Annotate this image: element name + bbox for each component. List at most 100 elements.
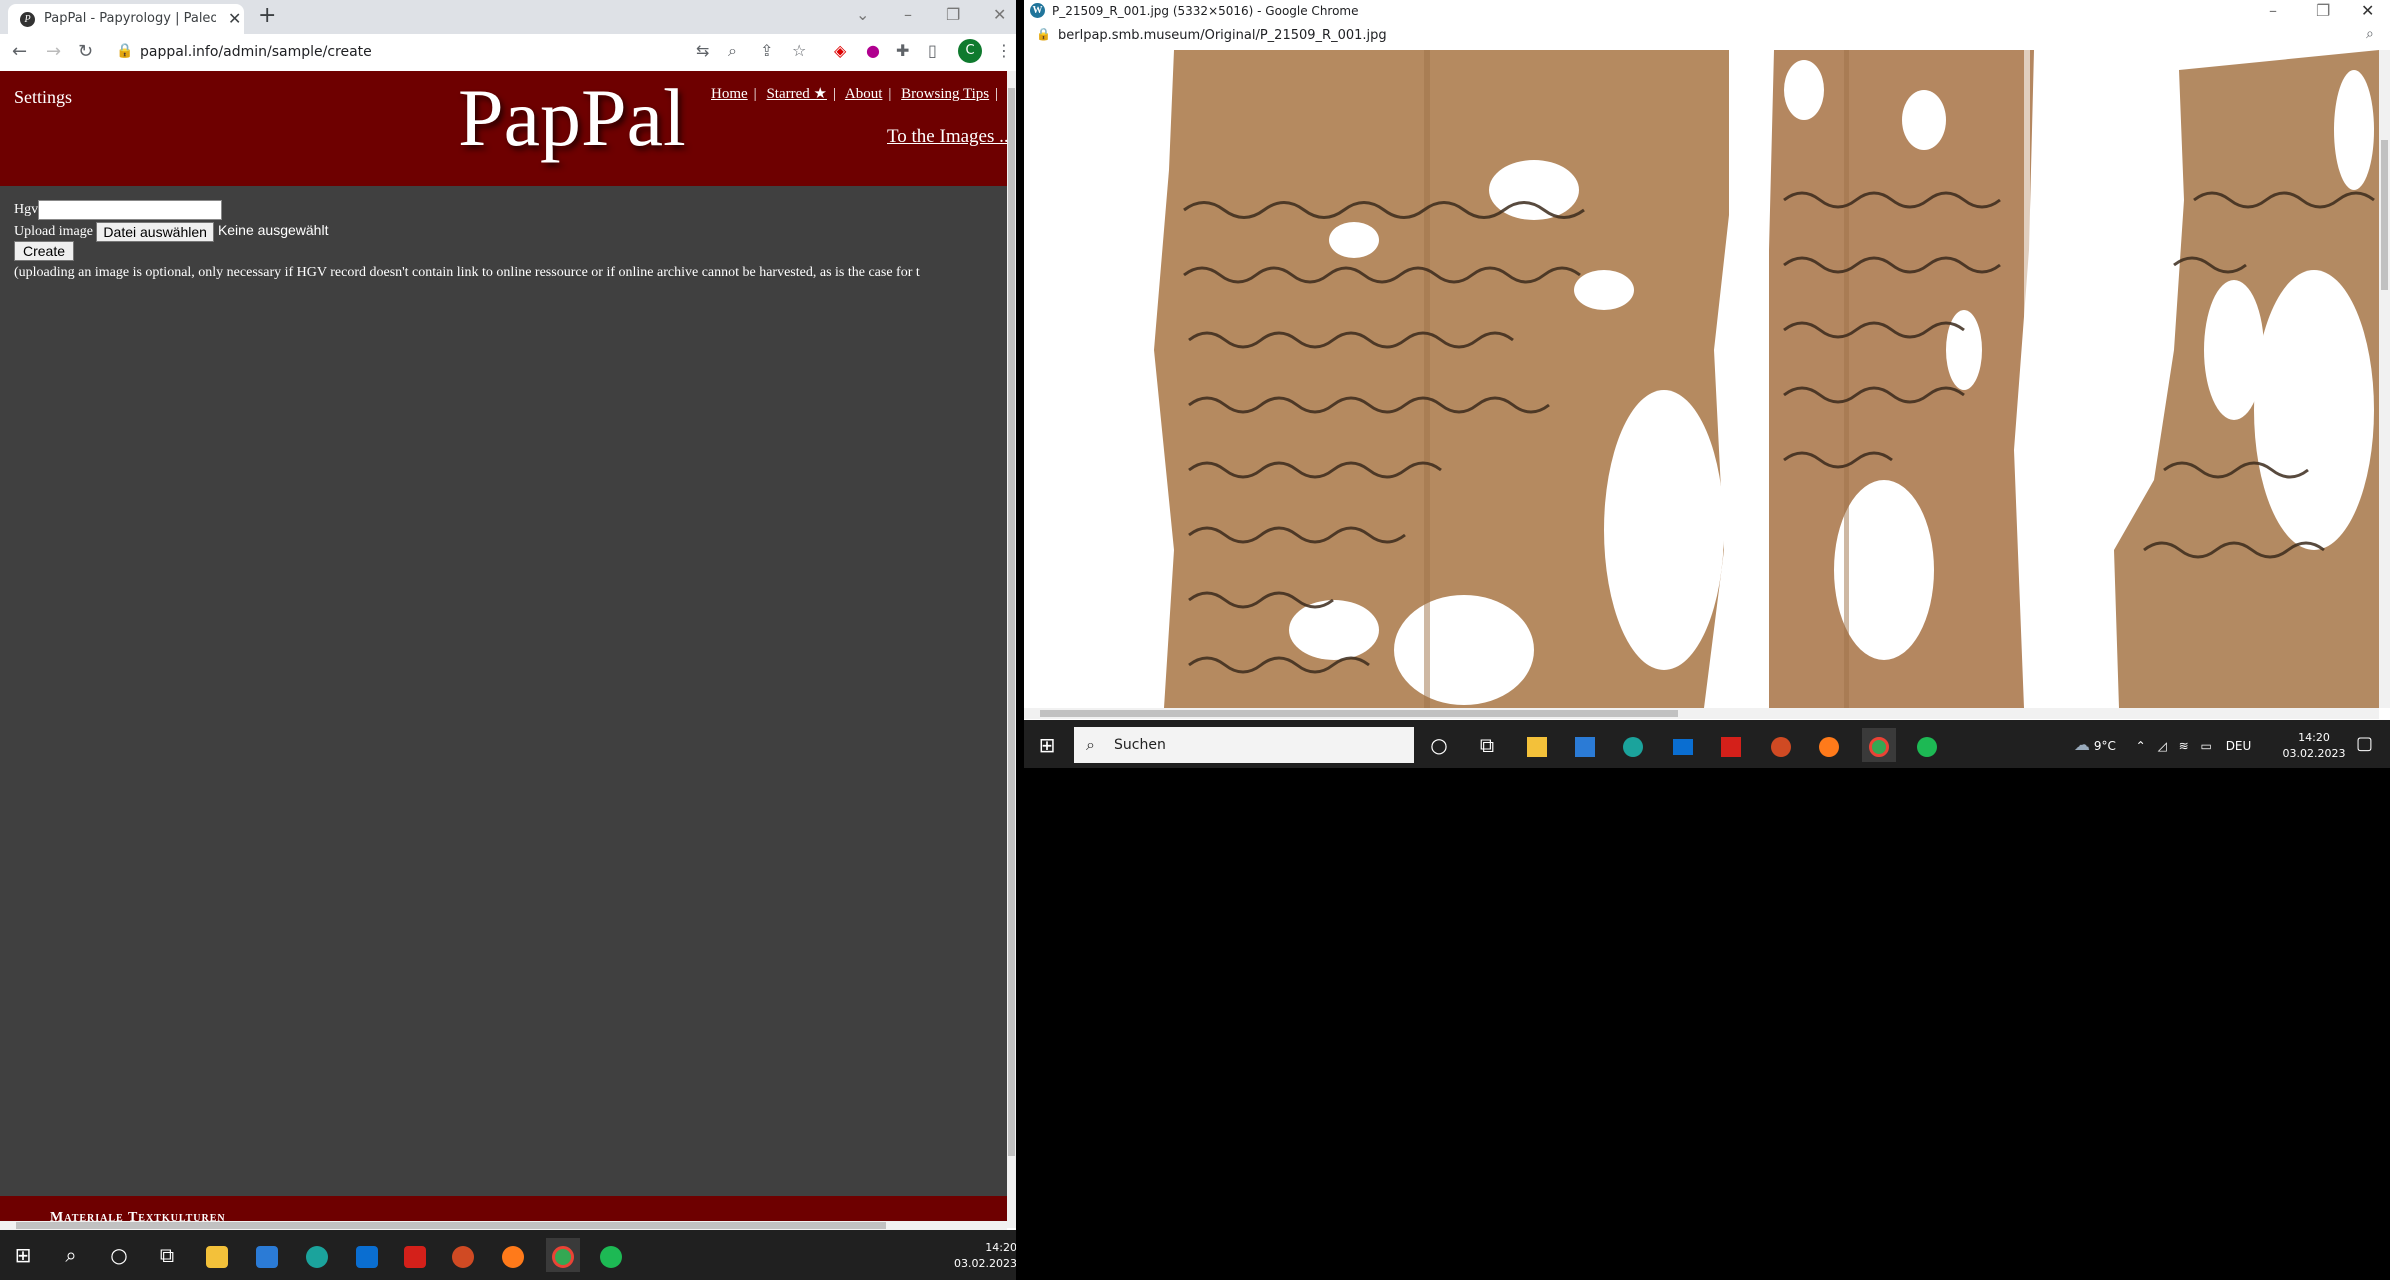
spotify-icon[interactable] (1910, 728, 1944, 762)
profile-avatar[interactable]: C (958, 39, 982, 63)
image-viewer[interactable] (1024, 50, 2379, 708)
firefox-icon[interactable] (496, 1238, 530, 1272)
menu-dots-icon[interactable]: ⋮ (996, 41, 1012, 60)
wifi-icon[interactable]: ≋ (2179, 739, 2189, 753)
create-button[interactable]: Create (14, 241, 75, 261)
chevron-up-icon[interactable]: ⌃ (2136, 739, 2146, 753)
edge-icon[interactable] (1616, 728, 1650, 762)
clock-date: 03.02.2023 (2282, 747, 2346, 760)
bookmark-star-icon[interactable]: ☆ (792, 41, 806, 60)
acrobat-icon[interactable] (398, 1238, 432, 1272)
search-placeholder: Suchen (1114, 737, 1166, 753)
language-indicator[interactable]: DEU (2226, 739, 2252, 753)
forward-arrow-icon[interactable]: → (46, 41, 61, 62)
tab-title: PapPal - Papyrology | Paleograph (44, 11, 216, 26)
store-icon[interactable] (1568, 728, 1602, 762)
address-bar[interactable]: 🔒 pappal.info/admin/sample/create (112, 38, 712, 66)
upload-note: (uploading an image is optional, only ne… (14, 265, 920, 280)
right-browser-window: W P_21509_R_001.jpg (5332×5016) - Google… (1024, 0, 2390, 768)
store-icon[interactable] (250, 1238, 284, 1272)
nav-browsing-tips[interactable]: Browsing Tips (901, 86, 989, 102)
nav-home[interactable]: Home (711, 86, 748, 102)
zoom-icon[interactable]: ⌕ (2366, 26, 2374, 42)
extension-circle-icon[interactable]: ● (866, 41, 880, 60)
top-navigation: Home| Starred ★| About| Browsing Tips| G (711, 86, 999, 102)
mail-icon[interactable] (1666, 728, 1700, 762)
no-file-selected-text: Keine ausgewählt (217, 222, 329, 238)
cloud-icon[interactable]: ☁ (2074, 735, 2090, 754)
window-title: P_21509_R_001.jpg (5332×5016) - Google C… (1052, 4, 1359, 18)
create-sample-form: Hgv Upload image Datei auswählen Keine au… (14, 199, 1007, 283)
nav-about[interactable]: About (845, 86, 883, 102)
vertical-scroll-thumb[interactable] (2381, 140, 2388, 290)
nav-starred[interactable]: Starred ★ (766, 86, 827, 102)
minimize-icon[interactable]: – (2269, 1, 2277, 20)
url-text: pappal.info/admin/sample/create (140, 44, 372, 60)
upload-image-label: Upload image (14, 224, 93, 239)
powerpoint-icon[interactable] (446, 1238, 480, 1272)
taskbar-clock[interactable]: 14:20 03.02.2023 (2274, 730, 2354, 762)
tab-strip: P PapPal - Papyrology | Paleograph ✕ + ⌄… (0, 0, 1016, 34)
chrome-icon[interactable] (1862, 728, 1896, 762)
clock-date: 03.02.2023 (954, 1257, 1016, 1270)
browser-tab[interactable]: P PapPal - Papyrology | Paleograph ✕ (8, 4, 244, 34)
restore-icon[interactable]: ❐ (2316, 1, 2330, 20)
share-icon[interactable]: ⇪ (760, 41, 773, 60)
reload-icon[interactable]: ↻ (78, 41, 93, 62)
new-tab-button[interactable]: + (258, 3, 276, 28)
site-logo[interactable]: PapPal (458, 71, 686, 165)
battery-icon[interactable]: ▭ (2201, 739, 2212, 753)
close-tab-icon[interactable]: ✕ (228, 9, 241, 28)
site-favicon-icon: P (20, 12, 35, 27)
task-view-icon[interactable]: ⧉ (1470, 728, 1504, 762)
restore-icon[interactable]: ❐ (946, 5, 960, 24)
edge-icon[interactable] (300, 1238, 334, 1272)
mail-icon[interactable] (350, 1238, 384, 1272)
windows-start-icon[interactable]: ⊞ (6, 1238, 40, 1272)
lock-icon: 🔒 (116, 43, 134, 59)
back-arrow-icon[interactable]: ← (12, 41, 27, 62)
horizontal-scroll-thumb[interactable] (1040, 710, 1678, 717)
zoom-icon[interactable]: ⌕ (728, 41, 737, 61)
cortana-icon[interactable]: ○ (102, 1238, 136, 1272)
close-window-icon[interactable]: ✕ (993, 5, 1006, 24)
firefox-icon[interactable] (1812, 728, 1846, 762)
address-bar[interactable]: 🔒 berlpap.smb.museum/Original/P_21509_R_… (1024, 22, 2390, 50)
tab-search-icon[interactable]: ⌄ (856, 5, 869, 24)
close-window-icon[interactable]: ✕ (2361, 1, 2374, 20)
minimize-icon[interactable]: – (904, 5, 912, 24)
settings-link[interactable]: Settings (14, 87, 72, 108)
to-images-link[interactable]: To the Images ... (887, 126, 1007, 148)
chrome-icon[interactable] (546, 1238, 580, 1272)
task-view-icon[interactable]: ⧉ (150, 1238, 184, 1272)
sidepanel-icon[interactable]: ▯ (928, 41, 937, 60)
taskbar-search-box[interactable]: ⌕ Suchen (1074, 727, 1414, 763)
hgv-label: Hgv (14, 202, 39, 217)
windows-start-icon[interactable]: ⊞ (1030, 728, 1064, 762)
extensions-puzzle-icon[interactable]: ✚ (896, 41, 909, 60)
network-icon[interactable]: ◿ (2158, 739, 2167, 753)
taskbar-clock[interactable]: 14:20 03.02.2023 (935, 1240, 1016, 1272)
url-text: berlpap.smb.museum/Original/P_21509_R_00… (1058, 28, 1387, 43)
left-browser-window: P PapPal - Papyrology | Paleograph ✕ + ⌄… (0, 0, 1016, 1280)
cortana-icon[interactable]: ○ (1422, 728, 1456, 762)
translate-icon[interactable]: ⇆ (696, 41, 709, 60)
notification-icon[interactable]: ▢ (2356, 733, 2373, 754)
choose-file-button[interactable]: Datei auswählen (96, 221, 214, 242)
vertical-scroll-thumb[interactable] (1008, 88, 1015, 1156)
file-explorer-icon[interactable] (1520, 728, 1554, 762)
web-page: Settings PapPal Home | Starred ★ | About | … (0, 71, 1007, 1228)
weather-temp[interactable]: 9°C (2094, 739, 2116, 753)
search-icon[interactable]: ⌕ (54, 1238, 88, 1272)
search-icon: ⌕ (1086, 735, 1095, 754)
spotify-icon[interactable] (594, 1238, 628, 1272)
extension-shield-icon[interactable]: ◈ (834, 41, 846, 60)
system-tray: ☁ 9°C ⌃ ◿ ≋ ▭ DEU (2074, 735, 2251, 754)
file-explorer-icon[interactable] (200, 1238, 234, 1272)
window-title-bar: W P_21509_R_001.jpg (5332×5016) - Google… (1024, 0, 2390, 22)
powerpoint-icon[interactable] (1764, 728, 1798, 762)
hgv-input[interactable] (38, 199, 223, 220)
horizontal-scroll-thumb[interactable] (16, 1222, 886, 1229)
acrobat-icon[interactable] (1714, 728, 1748, 762)
clock-time: 14:20 (2298, 731, 2330, 744)
